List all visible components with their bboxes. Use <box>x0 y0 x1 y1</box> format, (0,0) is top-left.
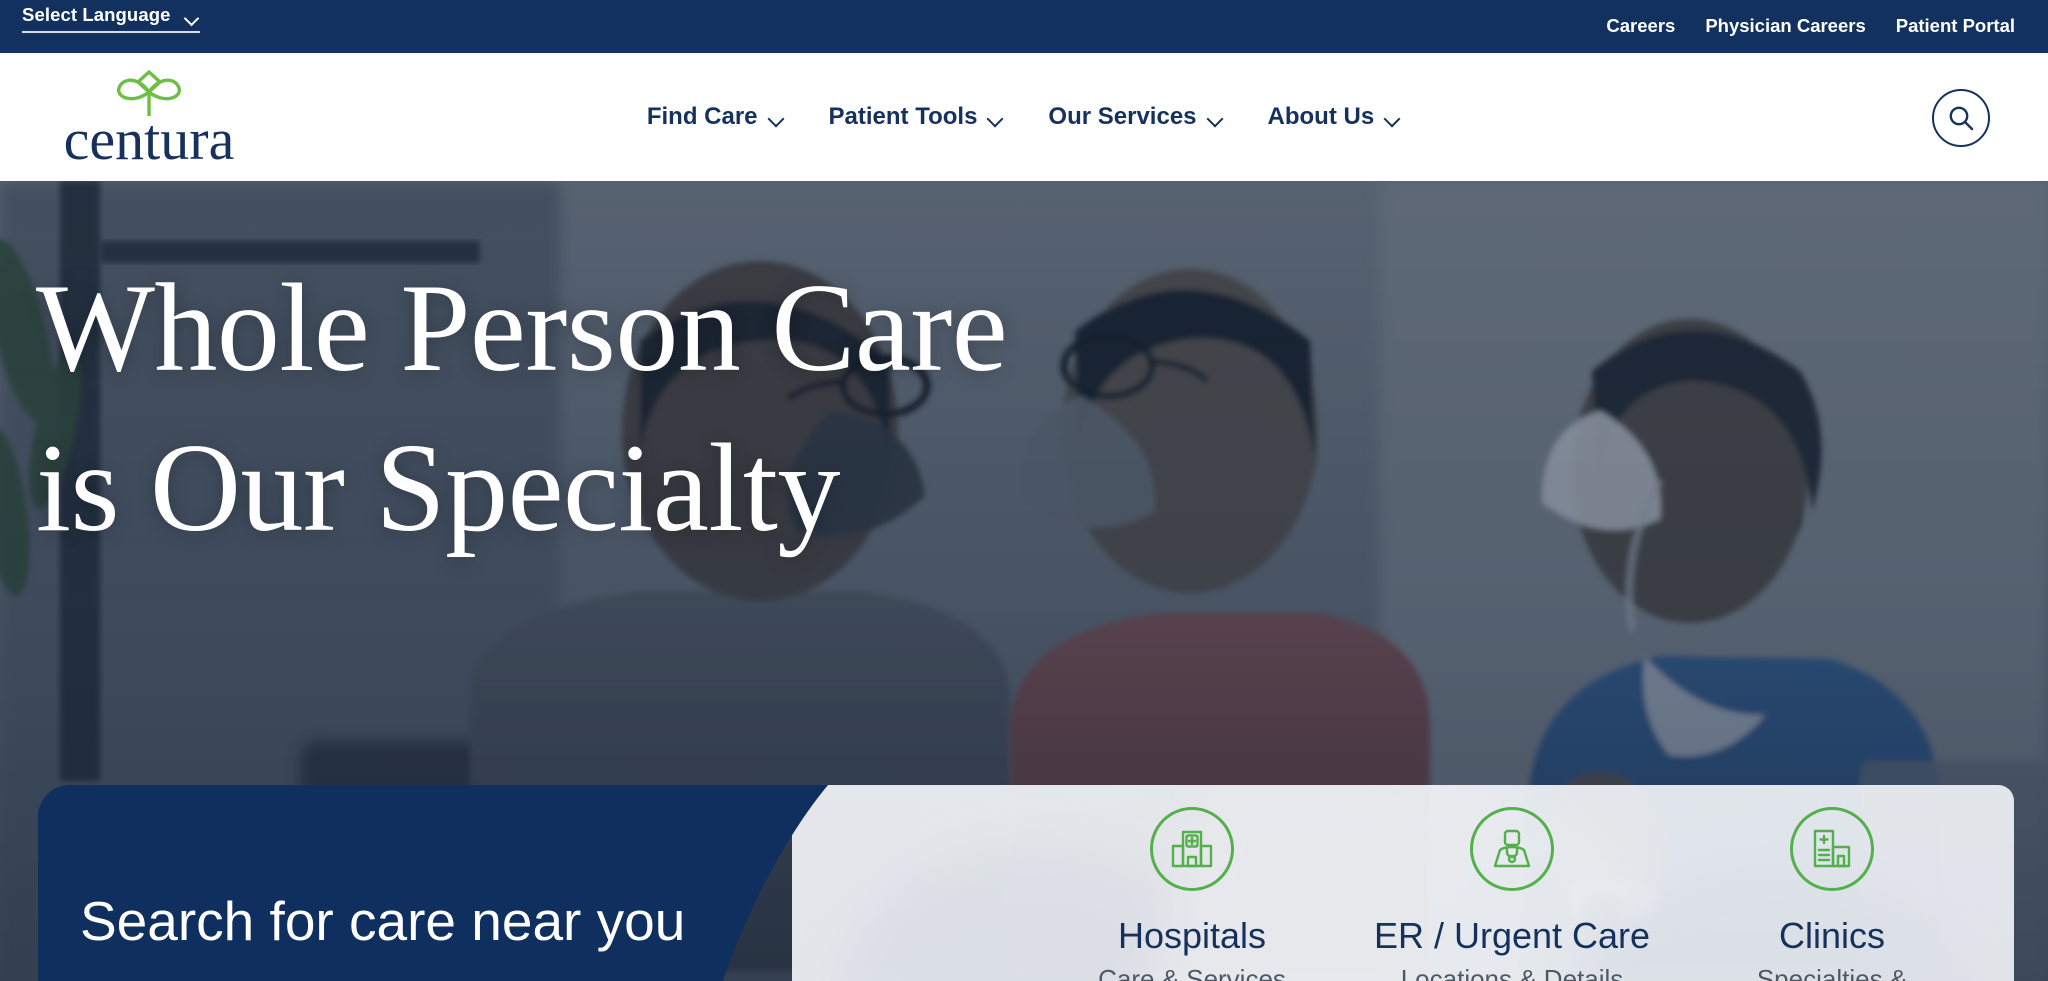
hospital-icon-ring <box>1150 807 1234 891</box>
nav-label: Patient Tools <box>828 103 978 130</box>
care-search-panel: Search for care near you <box>38 785 1038 981</box>
main-navigation: Find Care Patient Tools Our Services Abo… <box>0 53 2048 181</box>
chevron-down-icon <box>1208 113 1224 123</box>
search-icon <box>1949 106 1974 131</box>
quick-link-hospitals[interactable]: Hospitals Care & Services <box>1032 807 1352 981</box>
chevron-down-icon <box>769 113 785 123</box>
chevron-down-icon <box>1385 113 1401 123</box>
site-header: centura Find Care Patient Tools Our Serv… <box>0 53 2048 181</box>
clinic-icon-ring <box>1790 807 1874 891</box>
select-language-dropdown[interactable]: Select Language <box>22 4 200 33</box>
nav-label: About Us <box>1267 103 1375 130</box>
clinic-buildings-icon <box>1813 829 1851 868</box>
tile-title: Hospitals <box>1117 915 1267 956</box>
hospital-building-icon <box>1171 830 1213 868</box>
nav-label: Find Care <box>646 103 758 130</box>
search-panel-heading: Search for care near you <box>80 890 686 952</box>
quick-link-er-urgent-care[interactable]: ER / Urgent Care Locations & Details <box>1352 807 1672 981</box>
hero-headline: Whole Person Care is Our Specialty <box>36 259 1008 559</box>
header-search-button[interactable] <box>1932 89 1990 147</box>
select-language-label: Select Language <box>22 4 171 25</box>
utility-link-careers[interactable]: Careers <box>1591 17 1690 36</box>
doctor-icon-ring <box>1470 807 1554 891</box>
utility-link-patient-portal[interactable]: Patient Portal <box>1881 17 2030 36</box>
hero-section: Whole Person Care is Our Specialty Hospi… <box>0 181 2048 981</box>
quick-link-clinics[interactable]: Clinics Specialties & Scheduling <box>1672 807 1992 981</box>
tile-subtitle: Care & Services <box>1098 963 1286 981</box>
nav-item-our-services[interactable]: Our Services <box>1026 105 1245 129</box>
tile-title: ER / Urgent Care <box>1373 915 1651 956</box>
chevron-down-icon <box>988 113 1004 123</box>
nav-item-patient-tools[interactable]: Patient Tools <box>807 105 1027 129</box>
nav-label: Our Services <box>1048 103 1197 130</box>
doctor-person-icon <box>1493 829 1531 868</box>
nav-item-find-care[interactable]: Find Care <box>625 105 807 129</box>
tile-subtitle: Locations & Details <box>1400 963 1624 981</box>
tile-subtitle: Specialties & Scheduling <box>1756 963 1908 981</box>
utility-links: Careers Physician Careers Patient Portal <box>1591 0 2030 53</box>
nav-item-about-us[interactable]: About Us <box>1246 105 1424 129</box>
utility-top-bar: Select Language Careers Physician Career… <box>0 0 2048 53</box>
chevron-down-icon <box>185 13 200 22</box>
tile-title: Clinics <box>1778 915 1885 956</box>
utility-link-physician-careers[interactable]: Physician Careers <box>1690 17 1880 36</box>
search-panel-content: Search for care near you <box>80 891 840 981</box>
